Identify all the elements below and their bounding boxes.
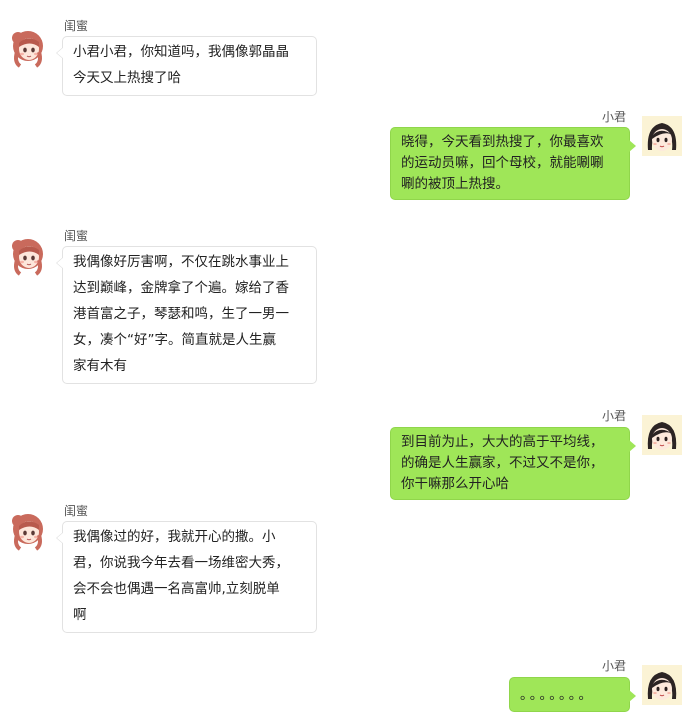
sender-name: 闺蜜 (64, 504, 89, 518)
friend-avatar-icon[interactable] (8, 236, 48, 276)
my-avatar-icon[interactable] (642, 116, 682, 156)
sender-name: 小君 (602, 409, 627, 423)
friend-avatar-icon[interactable] (8, 28, 48, 68)
message-bubble[interactable]: 。。。。。。。 (509, 677, 636, 712)
message-bubble[interactable]: 晓得，今天看到热搜了，你最喜欢 的运动员嘛，回个母校，就能唰唰 唰的被顶上热搜。 (390, 127, 636, 200)
sender-name: 闺蜜 (64, 229, 89, 243)
message-bubble[interactable]: 到目前为止，大大的高于平均线， 的确是人生赢家，不过又不是你， 你干嘛那么开心哈 (390, 427, 636, 500)
message-bubble[interactable]: 小君小君，你知道吗，我偶像郭晶晶 今天又上热搜了哈 (56, 36, 317, 96)
my-avatar-icon[interactable] (642, 665, 682, 705)
sender-name: 闺蜜 (64, 19, 89, 33)
friend-avatar-icon[interactable] (8, 511, 48, 551)
my-avatar-icon[interactable] (642, 415, 682, 455)
sender-name: 小君 (602, 110, 627, 124)
message-bubble[interactable]: 我偶像好厉害啊，不仅在跳水事业上 达到巅峰，金牌拿了个遍。嫁给了香 港首富之子，… (56, 246, 317, 384)
message-bubble[interactable]: 我偶像过的好，我就开心的撒。小 君，你说我今年去看一场维密大秀， 会不会也偶遇一… (56, 521, 317, 633)
sender-name: 小君 (602, 659, 627, 673)
